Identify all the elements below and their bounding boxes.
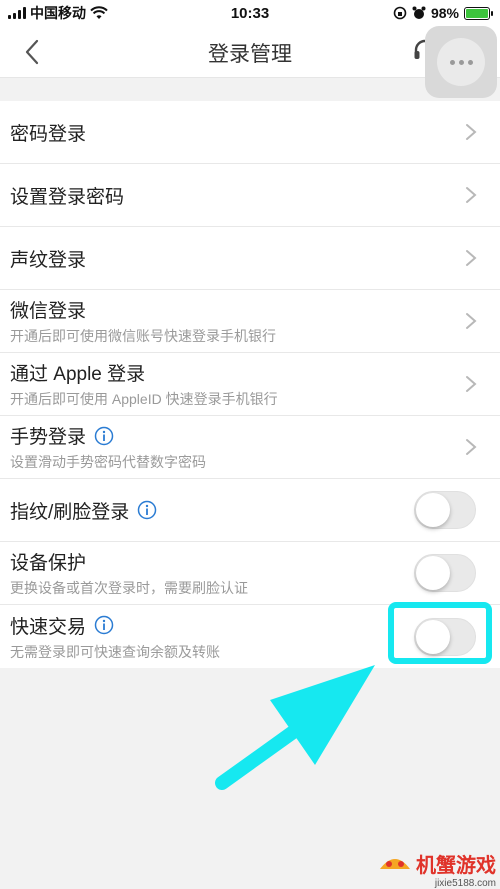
- more-icon: [437, 38, 485, 86]
- toggle-knob: [416, 556, 450, 590]
- row-subtitle: 开通后即可使用 AppleID 快速登录手机银行: [10, 391, 278, 407]
- row-title: 声纹登录: [10, 249, 87, 271]
- row-set-login-password[interactable]: 设置登录密码: [0, 164, 500, 227]
- nav-bar: 登录管理: [0, 26, 500, 98]
- watermark: 机蟹游戏 jixie5188.com: [362, 848, 500, 889]
- row-fingerprint-face-login: 指纹/刷脸登录: [0, 479, 500, 542]
- row-password-login[interactable]: 密码登录: [0, 101, 500, 164]
- row-device-protection: 设备保护 更换设备或首次登录时，需要刷脸认证: [0, 542, 500, 605]
- device-protection-toggle[interactable]: [414, 554, 476, 592]
- row-title: 微信登录: [10, 301, 87, 322]
- watermark-name: 机蟹游戏: [416, 854, 496, 877]
- chevron-right-icon: [466, 313, 477, 329]
- row-title: 通过 Apple 登录: [10, 364, 146, 385]
- chevron-right-icon: [466, 250, 477, 266]
- chevron-right-icon: [466, 376, 477, 392]
- annotation-highlight-box: [388, 602, 492, 664]
- row-title: 手势登录: [10, 427, 87, 448]
- orientation-lock-icon: [393, 6, 407, 20]
- more-button[interactable]: [425, 26, 497, 98]
- battery-icon: [464, 6, 493, 20]
- row-title: 设备保护: [10, 553, 87, 574]
- carrier-label: 中国移动: [30, 5, 86, 21]
- row-wechat-login[interactable]: 微信登录 开通后即可使用微信账号快速登录手机银行: [0, 290, 500, 353]
- battery-percent: 98%: [430, 5, 459, 21]
- status-right: 98%: [393, 5, 493, 21]
- row-title: 指纹/刷脸登录: [10, 501, 130, 523]
- signal-icon: [8, 7, 26, 19]
- info-icon[interactable]: [137, 500, 157, 520]
- watermark-url: jixie5188.com: [434, 877, 496, 889]
- toggle-knob: [416, 493, 450, 527]
- row-title: 快速交易: [10, 616, 87, 638]
- battery-fill: [466, 8, 488, 18]
- row-title: 设置登录密码: [10, 186, 125, 208]
- row-subtitle: 开通后即可使用微信账号快速登录手机银行: [10, 328, 276, 344]
- row-apple-login[interactable]: 通过 Apple 登录 开通后即可使用 AppleID 快速登录手机银行: [0, 353, 500, 416]
- annotation-arrow-icon: [215, 665, 375, 790]
- row-voiceprint-login[interactable]: 声纹登录: [0, 227, 500, 290]
- info-icon[interactable]: [94, 615, 114, 635]
- row-gesture-login[interactable]: 手势登录 设置滑动手势密码代替数字密码: [0, 416, 500, 479]
- row-subtitle: 设置滑动手势密码代替数字密码: [10, 454, 206, 470]
- chevron-right-icon: [466, 124, 477, 140]
- chevron-right-icon: [466, 187, 477, 203]
- status-bar: 中国移动 10:33 98%: [0, 0, 500, 26]
- settings-list: 密码登录 设置登录密码 声纹登录 微信登录 开通后即可使用微信账号快速登录手机银…: [0, 101, 500, 668]
- alarm-icon: [412, 6, 426, 19]
- row-title: 密码登录: [10, 123, 87, 145]
- info-icon[interactable]: [94, 426, 114, 446]
- wifi-icon: [90, 6, 108, 19]
- chevron-right-icon: [466, 439, 477, 455]
- watermark-logo-icon: [380, 859, 410, 869]
- status-left: 中国移动: [8, 3, 108, 23]
- fingerprint-face-toggle[interactable]: [414, 491, 476, 529]
